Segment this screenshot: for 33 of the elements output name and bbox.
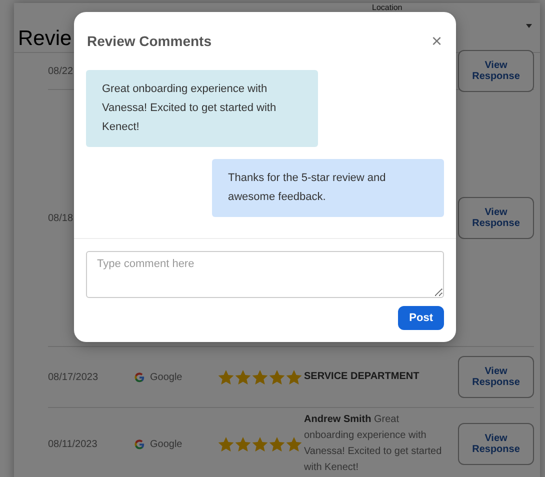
close-button[interactable]: × xyxy=(429,30,444,52)
view-response-button[interactable]: View Response xyxy=(458,423,534,465)
star-icon xyxy=(286,436,302,452)
review-date: 08/22 xyxy=(48,66,74,76)
sent-message: Thanks for the 5-star review and awesome feedback. xyxy=(212,159,444,217)
received-message: Great onboarding experience with Vanessa! Excited to get started with Kenect! xyxy=(86,70,318,147)
star-icon xyxy=(269,436,285,452)
view-response-button[interactable]: View Response xyxy=(458,50,534,92)
star-icon xyxy=(269,370,285,384)
star-icon xyxy=(252,370,268,384)
review-date: 08/11/2023 xyxy=(48,438,98,450)
review-date: 08/17/2023 xyxy=(48,372,100,382)
dialog-title: Review Comments xyxy=(87,33,212,49)
post-button[interactable]: Post xyxy=(398,306,444,330)
star-icon xyxy=(235,436,251,452)
star-icon xyxy=(286,370,302,384)
star-icon xyxy=(252,436,268,452)
location-label: Location xyxy=(372,3,402,12)
g-logo-icon xyxy=(134,438,145,450)
review-text: SERVICE DEPARTMENT xyxy=(304,370,420,384)
source-label: Google xyxy=(150,438,182,450)
review-date: 08/18 xyxy=(48,212,74,224)
view-response-button[interactable]: View Response xyxy=(458,356,534,398)
star-icon xyxy=(218,436,234,452)
g-logo-icon xyxy=(134,372,145,382)
comment-field[interactable]: Type comment here xyxy=(86,251,444,298)
view-response-button[interactable]: View Response xyxy=(458,197,534,239)
dropdown-caret-icon[interactable] xyxy=(526,24,532,28)
star-icon xyxy=(235,370,251,384)
review-text: Andrew Smith Great onboarding experience with Vanessa! Excited to get started with Kenect! xyxy=(304,413,443,475)
star-icon xyxy=(218,370,234,384)
source-label: Google xyxy=(150,372,182,382)
page-title: Revie xyxy=(18,27,72,51)
